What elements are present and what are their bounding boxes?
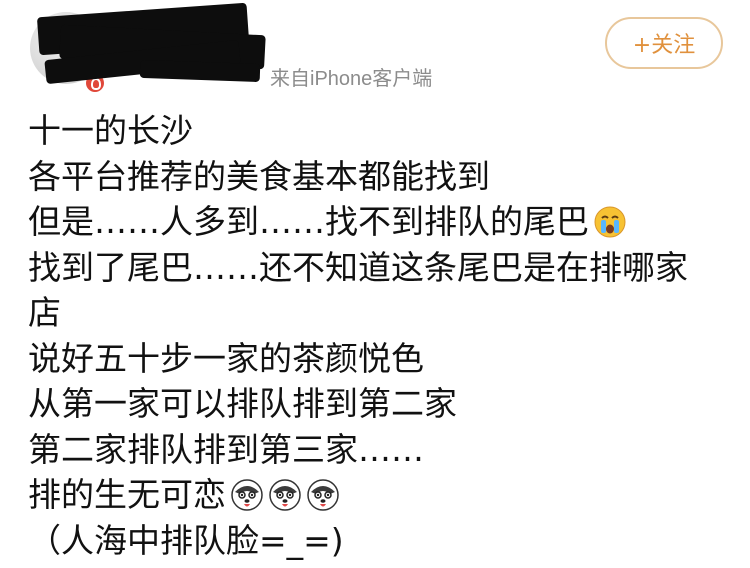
post-source: 来自iPhone客户端	[270, 68, 433, 90]
post-line: 第二家排队排到第三家……	[28, 427, 728, 473]
post-line-text: （人海中排队脸=_=)	[28, 520, 344, 560]
post-body: 十一的长沙 各平台推荐的美食基本都能找到 但是……人多到……找不到排队的尾巴 找…	[28, 108, 728, 563]
post-line: 但是……人多到……找不到排队的尾巴	[28, 199, 728, 245]
crying-face-icon	[593, 205, 627, 239]
post-line-text: 各平台推荐的美食基本都能找到	[28, 156, 490, 196]
follow-button[interactable]: +关注	[605, 17, 723, 69]
post-line: 从第一家可以排队排到第二家	[28, 381, 728, 427]
post-line: 说好五十步一家的茶颜悦色	[28, 336, 728, 382]
husky-face-icon	[268, 478, 302, 512]
post-header: 来自iPhone客户端 +关注	[0, 0, 750, 105]
post-line-text: 说好五十步一家的茶颜悦色	[28, 338, 424, 378]
post-line-text: 从第一家可以排队排到第二家	[28, 384, 457, 423]
husky-face-icon	[230, 478, 264, 512]
post-line: 排的生无可恋	[28, 472, 728, 518]
post-line-text: 店	[28, 293, 61, 332]
post-line-text: 第二家排队排到第三家……	[28, 429, 424, 469]
post-line: （人海中排队脸=_=)	[28, 518, 728, 564]
post-line: 店	[28, 290, 728, 336]
post-line-text: 十一的长沙	[28, 111, 193, 150]
post-line: 十一的长沙	[28, 108, 728, 154]
post-line: 找到了尾巴……还不知道这条尾巴是在排哪家	[28, 245, 728, 291]
username-redaction	[139, 59, 261, 83]
post-line-text: 排的生无可恋	[28, 475, 226, 514]
husky-face-icon	[306, 478, 340, 512]
post-line: 各平台推荐的美食基本都能找到	[28, 154, 728, 200]
post-line-text: 找到了尾巴……还不知道这条尾巴是在排哪家	[28, 247, 688, 287]
post-line-text: 但是……人多到……找不到排队的尾巴	[28, 202, 589, 241]
